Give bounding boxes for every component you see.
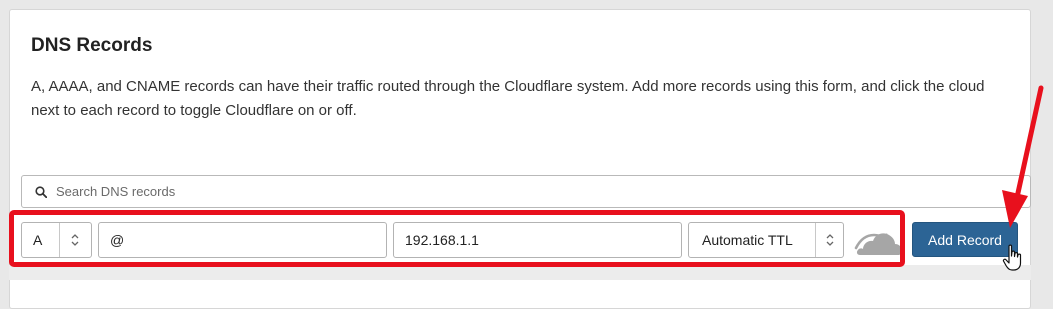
- ttl-value: Automatic TTL: [702, 232, 793, 248]
- cloud-icon[interactable]: [854, 223, 904, 257]
- record-type-select[interactable]: A: [21, 222, 92, 258]
- panel-title: DNS Records: [31, 35, 153, 56]
- record-name-input[interactable]: @: [98, 222, 387, 258]
- record-name-value: @: [110, 232, 125, 248]
- select-divider: [815, 223, 816, 257]
- record-type-value: A: [33, 232, 43, 248]
- add-record-button[interactable]: Add Record: [912, 222, 1018, 257]
- select-divider: [59, 223, 60, 257]
- panel-description: A, AAAA, and CNAME records can have thei…: [31, 78, 985, 119]
- search-icon: [35, 186, 47, 198]
- chevron-up-down-icon[interactable]: [825, 233, 835, 247]
- record-content-value: 192.168.1.1: [405, 232, 479, 248]
- chevron-up-down-icon[interactable]: [70, 233, 80, 247]
- ttl-select[interactable]: Automatic TTL: [688, 222, 844, 258]
- search-box[interactable]: [21, 175, 1031, 208]
- search-dns-input[interactable]: [56, 176, 1016, 207]
- records-list-header: [9, 265, 1031, 280]
- dns-records-panel: [9, 9, 1031, 309]
- record-content-input[interactable]: 192.168.1.1: [393, 222, 682, 258]
